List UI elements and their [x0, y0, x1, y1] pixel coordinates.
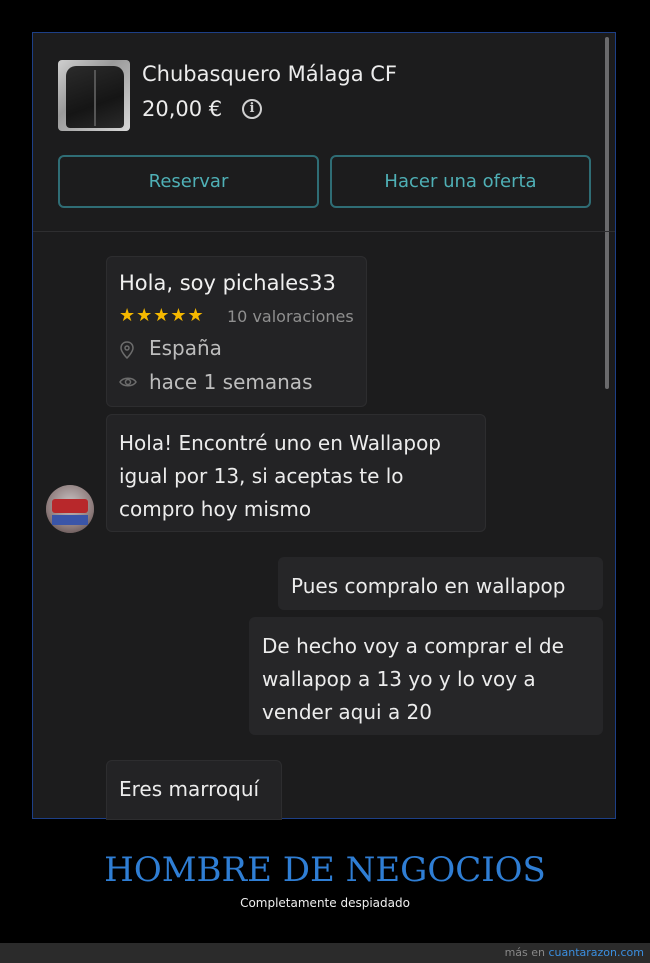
product-title[interactable]: Chubasquero Málaga CF [142, 62, 397, 86]
caption-title: HOMBRE DE NEGOCIOS [104, 850, 546, 890]
seller-profile-card[interactable]: Hola, soy pichales33 ★★★★★ 10 valoracion… [106, 256, 367, 407]
header-divider [33, 231, 615, 232]
message-line: Hola! Encontré uno en Wallapop [119, 431, 442, 455]
seller-last-seen: hace 1 semanas [149, 370, 313, 394]
seller-greeting: Hola, soy pichales33 [119, 271, 336, 295]
message-text: Eres marroquí [119, 777, 260, 801]
message-text: Hola! Encontré uno en Wallapop igual por… [119, 427, 441, 526]
site-link[interactable]: cuantarazon.com [548, 946, 644, 959]
outgoing-message: De hecho voy a comprar el de wallapop a … [249, 617, 603, 735]
incoming-message: Eres marroquí [106, 760, 282, 820]
buyer-avatar[interactable] [46, 485, 94, 533]
message-text: Pues compralo en wallapop [291, 574, 566, 598]
product-thumbnail[interactable] [58, 60, 130, 131]
product-price: 20,00 € [142, 97, 223, 121]
make-offer-button[interactable]: Hacer una oferta [330, 155, 591, 208]
message-line: vender aqui a 20 [262, 700, 432, 724]
message-line: De hecho voy a comprar el de [262, 634, 564, 658]
caption-subtitle: Completamente despiadado [240, 896, 410, 910]
footer-prefix: más en [504, 946, 549, 959]
rating-stars: ★★★★★ [119, 305, 205, 326]
reserve-button[interactable]: Reservar [58, 155, 319, 208]
message-line: wallapop a 13 yo y lo voy a [262, 667, 536, 691]
outgoing-message: Pues compralo en wallapop [278, 557, 603, 610]
seller-country: España [149, 336, 222, 360]
scrollbar[interactable] [605, 37, 609, 389]
ratings-count[interactable]: 10 valoraciones [227, 307, 354, 326]
incoming-message: Hola! Encontré uno en Wallapop igual por… [106, 414, 486, 532]
avatar-shirt-blue [52, 515, 88, 525]
message-text: De hecho voy a comprar el de wallapop a … [262, 630, 564, 729]
avatar-shirt-red [52, 499, 88, 513]
message-line: igual por 13, si aceptas te lo [119, 464, 404, 488]
jacket-zip [94, 70, 96, 126]
footer-bar: más en cuantarazon.com [0, 943, 650, 963]
message-line: compro hoy mismo [119, 497, 312, 521]
info-icon[interactable]: i [242, 99, 262, 119]
footer-text: más en cuantarazon.com [505, 946, 644, 959]
location-pin-icon [119, 341, 135, 360]
eye-icon [119, 375, 137, 391]
